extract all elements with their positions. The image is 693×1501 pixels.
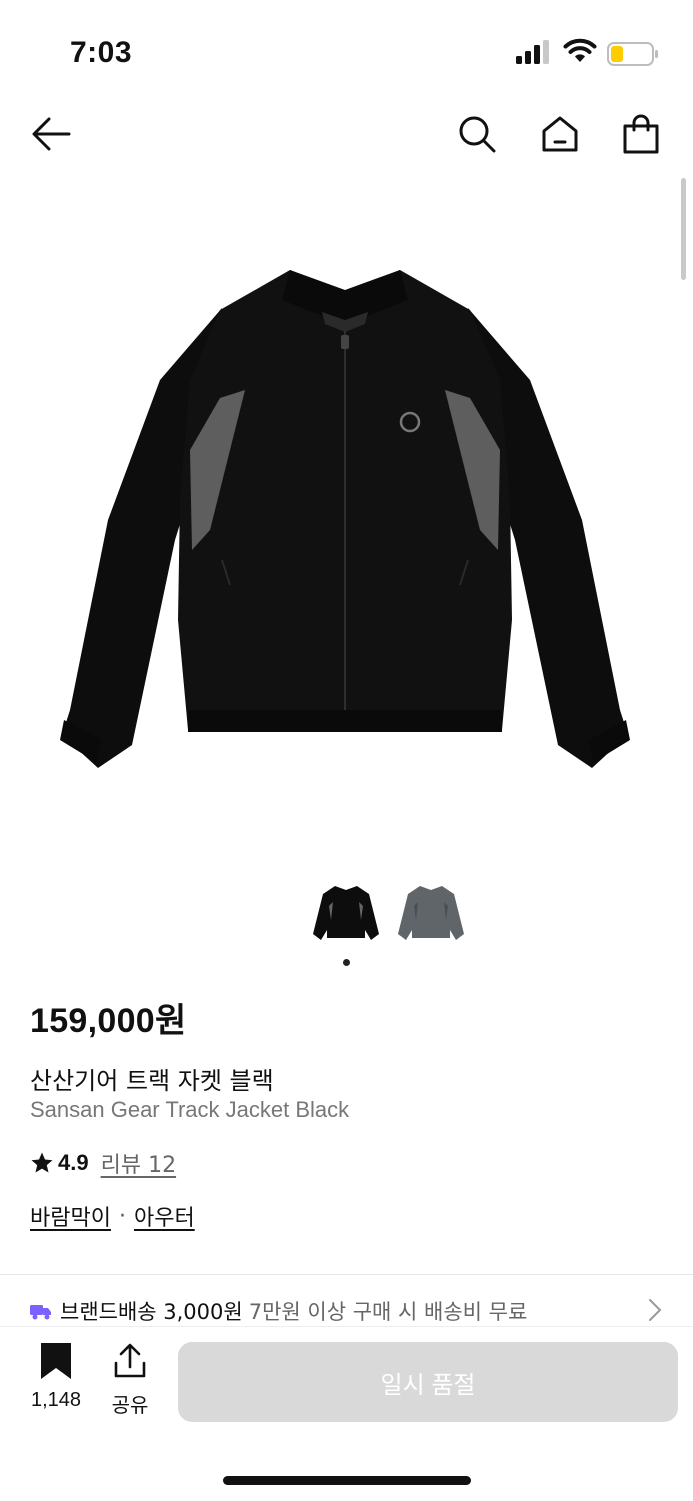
product-price: 159,000원 [30, 1002, 187, 1040]
bookmark-count: 1,148 [30, 1389, 82, 1411]
battery-icon [607, 42, 658, 66]
category-breadcrumb: 바람막이 · 아우터 [30, 1200, 195, 1232]
product-name-korean: 산산기어 트랙 자켓 블랙 [30, 1067, 274, 1095]
cart-button[interactable] [619, 112, 663, 156]
cellular-signal-icon [516, 40, 549, 64]
bookmark-button[interactable]: 1,148 [28, 1343, 84, 1412]
status-bar: 7:03 [0, 0, 693, 100]
category-link-windbreaker[interactable]: 바람막이 [30, 1200, 111, 1232]
thumbnail-black-image [313, 886, 379, 940]
share-label: 공유 [111, 1393, 149, 1417]
shipping-label: 브랜드배송 3,000원 [60, 1300, 243, 1324]
thumbnail-gray[interactable] [396, 880, 466, 946]
scrollbar[interactable] [681, 178, 686, 280]
rating-row: 4.9 리뷰 12 [30, 1147, 176, 1179]
home-icon [542, 116, 578, 152]
wifi-icon [563, 38, 597, 62]
shipping-note: 7만원 이상 구매 시 배송비 무료 [248, 1300, 528, 1324]
carousel-indicator [343, 959, 350, 966]
category-link-outer[interactable]: 아우터 [134, 1200, 195, 1232]
product-image[interactable] [40, 240, 650, 800]
rating-score: 4.9 [58, 1150, 89, 1175]
review-link[interactable]: 리뷰 12 [101, 1147, 176, 1179]
home-indicator [223, 1476, 471, 1485]
share-icon [114, 1343, 146, 1378]
top-nav [0, 100, 693, 170]
share-button[interactable]: 공유 [102, 1343, 158, 1418]
star-icon [31, 1152, 53, 1173]
arrow-left-icon [32, 117, 71, 151]
category-separator: · [118, 1203, 126, 1229]
thumbnail-gray-image [398, 886, 464, 940]
bookmark-icon [41, 1343, 71, 1379]
thumbnail-black[interactable] [311, 880, 381, 946]
search-icon [459, 116, 496, 153]
shopping-bag-icon [623, 114, 659, 154]
status-time: 7:03 [70, 36, 133, 69]
section-divider [0, 1274, 693, 1275]
search-button[interactable] [455, 112, 499, 156]
chevron-right-icon [649, 1299, 662, 1321]
sold-out-button[interactable]: 일시 품절 [178, 1342, 678, 1422]
back-button[interactable] [29, 112, 73, 156]
delivery-truck-icon [30, 1305, 51, 1320]
shipping-info-row[interactable]: 브랜드배송 3,000원 7만원 이상 구매 시 배송비 무료 [30, 1296, 670, 1326]
product-name-english: Sansan Gear Track Jacket Black [30, 1097, 350, 1122]
bottom-action-bar: 1,148 공유 일시 품절 [0, 1326, 693, 1501]
home-button[interactable] [538, 112, 582, 156]
